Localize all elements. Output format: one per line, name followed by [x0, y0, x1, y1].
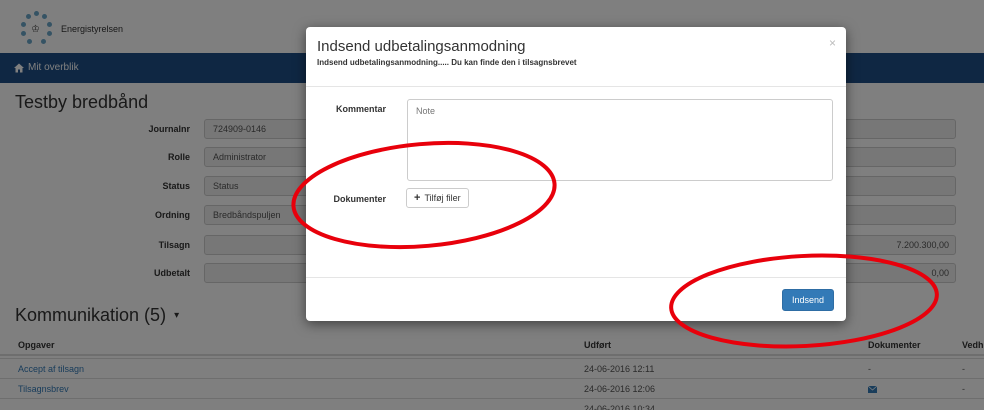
plus-icon: + — [414, 191, 421, 204]
documents-label: Dokumenter — [333, 194, 386, 204]
modal-header: Indsend udbetalingsanmodning Indsend udb… — [306, 27, 846, 87]
add-files-button[interactable]: + Tilføj filer — [406, 188, 469, 208]
close-icon[interactable]: × — [829, 36, 836, 50]
comment-textarea[interactable] — [407, 99, 833, 181]
modal-footer: Indsend — [306, 277, 846, 321]
comment-label: Kommentar — [335, 104, 386, 114]
add-files-label: Tilføj filer — [424, 193, 461, 203]
payment-request-modal: Indsend udbetalingsanmodning Indsend udb… — [306, 27, 846, 321]
modal-title: Indsend udbetalingsanmodning — [317, 38, 526, 55]
submit-button[interactable]: Indsend — [781, 289, 834, 311]
modal-subtitle: Indsend udbetalingsanmodning..... Du kan… — [317, 58, 577, 67]
